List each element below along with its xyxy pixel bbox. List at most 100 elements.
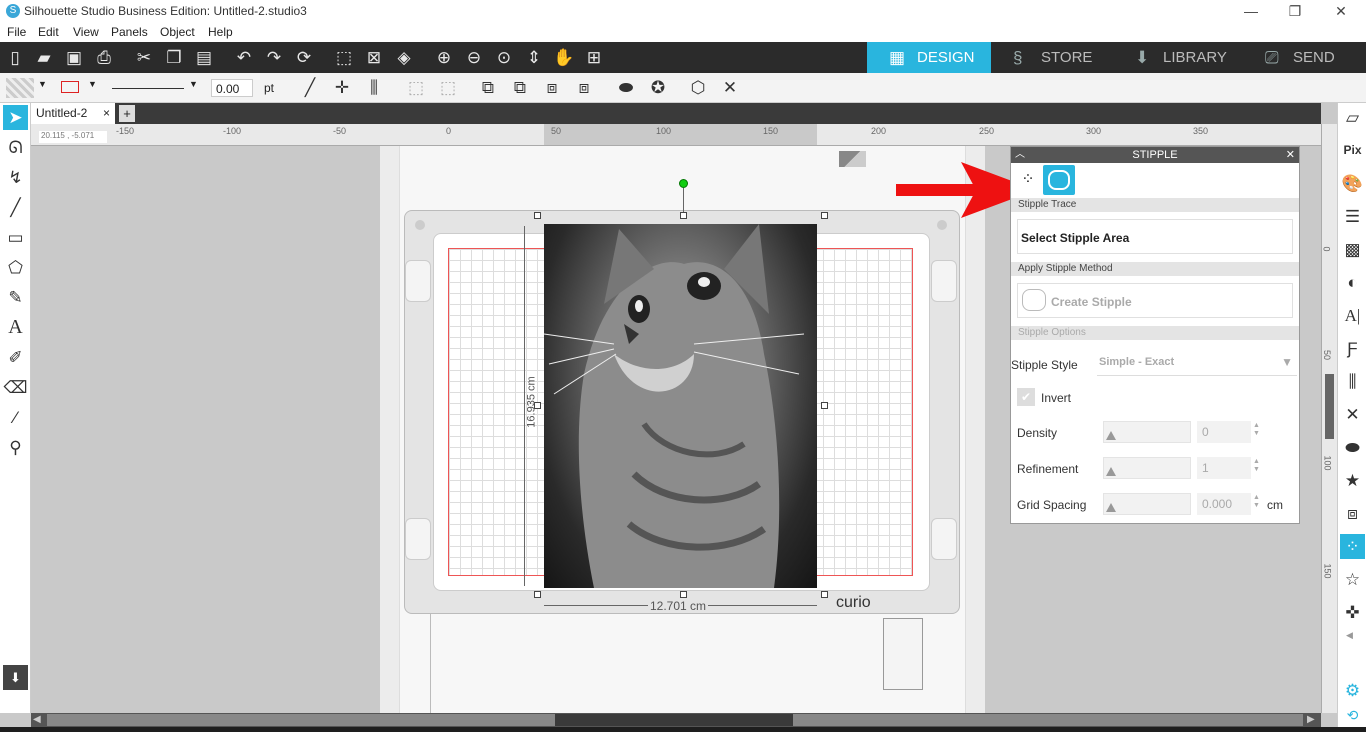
line-color-swatch[interactable] (61, 81, 79, 93)
tab-send[interactable]: ⎚ SEND (1243, 42, 1366, 73)
invert-checkbox[interactable]: ✔ (1017, 388, 1035, 406)
tab-design[interactable]: ▦ DESIGN (867, 42, 991, 73)
3d-box-icon[interactable]: ⬡ (686, 76, 710, 100)
save-icon[interactable]: ▣ (62, 46, 86, 70)
horizontal-scroll-thumb[interactable] (555, 714, 793, 726)
zoom-select-icon[interactable]: ⊙ (492, 46, 516, 70)
close-window-button[interactable]: ✕ (1321, 1, 1361, 21)
line-color-dropdown-icon[interactable]: ▼ (88, 79, 97, 89)
replicate-icon[interactable]: ★ (1340, 468, 1365, 493)
weld-icon[interactable]: ⬬ (614, 76, 638, 100)
stipple-shape-tab-icon[interactable] (1043, 165, 1075, 195)
density-slider[interactable] (1103, 421, 1191, 443)
point-edit-icon[interactable]: ↯ (3, 165, 28, 190)
refinement-spinner-icon[interactable]: ▲ ▼ (1253, 458, 1260, 474)
paste-icon[interactable]: ▤ (192, 46, 216, 70)
menu-view[interactable]: View (73, 25, 99, 39)
grid-spacing-slider[interactable] (1103, 493, 1191, 515)
collapse-panel-icon[interactable]: ︿ (1015, 147, 1025, 163)
scroll-right-icon[interactable]: ▶ (1307, 714, 1315, 725)
zoom-out-icon[interactable]: ⊖ (462, 46, 486, 70)
redo-icon[interactable]: ↷ (262, 46, 286, 70)
polygon-icon[interactable]: ⬠ (3, 255, 28, 280)
knife-edit-icon[interactable]: ✐ (3, 345, 28, 370)
select-arrow-icon[interactable]: ➤ (3, 105, 28, 130)
line-style-preview[interactable] (112, 88, 184, 89)
document-tab[interactable]: Untitled-2 × (31, 103, 115, 124)
grid-spacing-spinner-icon[interactable]: ▲ ▼ (1253, 494, 1260, 510)
fill-pattern-swatch[interactable] (6, 78, 34, 98)
fill-dropdown-icon[interactable]: ▼ (38, 79, 47, 89)
ungroup-icon[interactable]: ⬚ (436, 76, 460, 100)
resize-handle[interactable] (534, 591, 541, 598)
menu-object[interactable]: Object (160, 25, 195, 39)
minimize-button[interactable]: — (1231, 1, 1271, 21)
move-tool-icon[interactable]: ✛ (330, 76, 354, 100)
refinement-input[interactable]: 1 (1197, 457, 1251, 479)
cut-icon[interactable]: ✂ (132, 46, 156, 70)
send-back-icon[interactable]: ⧉ (508, 76, 532, 100)
resize-handle[interactable] (821, 591, 828, 598)
modify-icon[interactable]: ⬬ (1340, 435, 1365, 460)
text-tool-icon[interactable]: A (3, 315, 28, 340)
select-all-icon[interactable]: ⬚ (332, 46, 356, 70)
tab-library[interactable]: ⬇ LIBRARY (1113, 42, 1243, 73)
fill-pattern-icon[interactable]: ▩ (1340, 237, 1365, 262)
fit-page-icon[interactable]: ⊞ (582, 46, 606, 70)
menu-file[interactable]: File (7, 25, 26, 39)
lasso-icon[interactable]: ᘏ (3, 135, 28, 160)
line-style-icon[interactable]: ☰ (1340, 204, 1365, 229)
settings-gear-icon[interactable]: ⚙ (1340, 678, 1365, 703)
pan-hand-icon[interactable]: ✋ (552, 46, 576, 70)
tab-store[interactable]: § STORE (991, 42, 1113, 73)
text-style-icon[interactable]: A| (1340, 303, 1365, 328)
grid-spacing-input[interactable]: 0.000 (1197, 493, 1251, 515)
undo-icon[interactable]: ↶ (232, 46, 256, 70)
restore-button[interactable]: ❐ (1275, 1, 1315, 21)
puzzle-icon[interactable]: ✜ (1340, 600, 1365, 625)
close-panel-icon[interactable]: ✕ (1286, 147, 1295, 163)
offset-icon[interactable]: ⧈ (1340, 501, 1365, 526)
open-folder-icon[interactable]: ▰ (32, 46, 56, 70)
new-document-icon[interactable]: ▯ (3, 46, 27, 70)
density-input[interactable]: 0 (1197, 421, 1251, 443)
collapse-right-icon[interactable]: ◀ (1346, 630, 1353, 641)
line-width-input[interactable]: 0.00 (211, 79, 253, 97)
palette-icon[interactable]: 🎨 (1340, 171, 1365, 196)
cat-photo-image[interactable] (543, 224, 817, 588)
copy-icon[interactable]: ❐ (162, 46, 186, 70)
transform-icon[interactable]: ✕ (1340, 402, 1365, 427)
align-panel-icon[interactable]: ⫼ (1340, 369, 1365, 394)
stipple-panel-icon[interactable]: ⁘ (1340, 534, 1365, 559)
add-tab-button[interactable]: + (119, 105, 135, 122)
pencil-icon[interactable]: ✎ (3, 285, 28, 310)
page-setup-icon[interactable]: ▱ (1340, 105, 1365, 130)
select-stipple-area-button[interactable]: Select Stipple Area (1017, 219, 1293, 254)
resize-handle[interactable] (534, 212, 541, 219)
horizontal-scrollbar[interactable]: ◀ ▶ (31, 713, 1321, 727)
contrast-icon[interactable]: ◐ (1340, 270, 1365, 295)
draw-line-icon[interactable]: ╱ (3, 195, 28, 220)
zoom-in-icon[interactable]: ⊕ (432, 46, 456, 70)
rotate-handle[interactable] (679, 179, 688, 188)
scroll-left-icon[interactable]: ◀ (33, 714, 41, 725)
bring-forward-icon[interactable]: ⧈ (540, 76, 564, 100)
eraser-icon[interactable]: ⌫ (3, 375, 28, 400)
move-page-icon[interactable]: ⇕ (522, 46, 546, 70)
create-stipple-button[interactable]: Create Stipple (1017, 283, 1293, 318)
bring-front-icon[interactable]: ⧉ (476, 76, 500, 100)
line-style-dropdown-icon[interactable]: ▼ (189, 79, 198, 89)
resize-handle[interactable] (821, 402, 828, 409)
line-tool-icon[interactable]: ╱ (298, 76, 322, 100)
document-tab-close-icon[interactable]: × (103, 106, 110, 120)
menu-help[interactable]: Help (208, 25, 233, 39)
delete-x-icon[interactable]: ✕ (718, 76, 742, 100)
density-spinner-icon[interactable]: ▲ ▼ (1253, 422, 1260, 438)
select-by-color-icon[interactable]: ◈ (392, 46, 416, 70)
resize-handle[interactable] (680, 591, 687, 598)
deselect-icon[interactable]: ⊠ (362, 46, 386, 70)
knife-icon[interactable]: ⁄ (3, 405, 28, 430)
eyedropper-icon[interactable]: ⚲ (3, 435, 28, 460)
refresh-icon[interactable]: ⟳ (292, 46, 316, 70)
resize-handle[interactable] (680, 212, 687, 219)
